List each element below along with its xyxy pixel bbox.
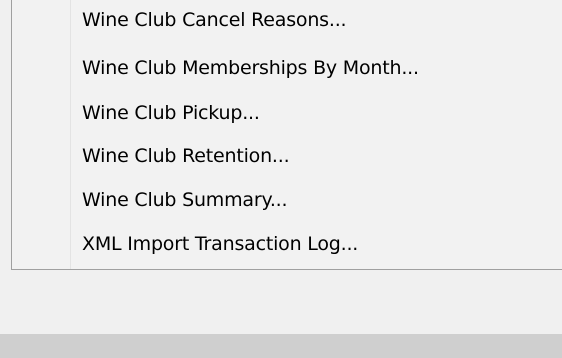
- menu-item-wine-club-cancel-reasons[interactable]: Wine Club Cancel Reasons...: [82, 3, 347, 37]
- application-window: Wine Club Cancel Reasons... Wine Club Me…: [0, 0, 562, 358]
- menu-item-wine-club-memberships-by-month[interactable]: Wine Club Memberships By Month...: [82, 51, 419, 85]
- reports-dropdown-menu: Wine Club Cancel Reasons... Wine Club Me…: [11, 0, 562, 270]
- menu-item-wine-club-retention[interactable]: Wine Club Retention...: [82, 139, 290, 173]
- status-bar: [0, 334, 562, 358]
- menu-item-xml-import-transaction-log[interactable]: XML Import Transaction Log...: [82, 227, 358, 261]
- menu-item-wine-club-summary[interactable]: Wine Club Summary...: [82, 183, 288, 217]
- menu-item-wine-club-pickup[interactable]: Wine Club Pickup...: [82, 96, 260, 130]
- menu-icon-gutter-divider: [70, 0, 71, 269]
